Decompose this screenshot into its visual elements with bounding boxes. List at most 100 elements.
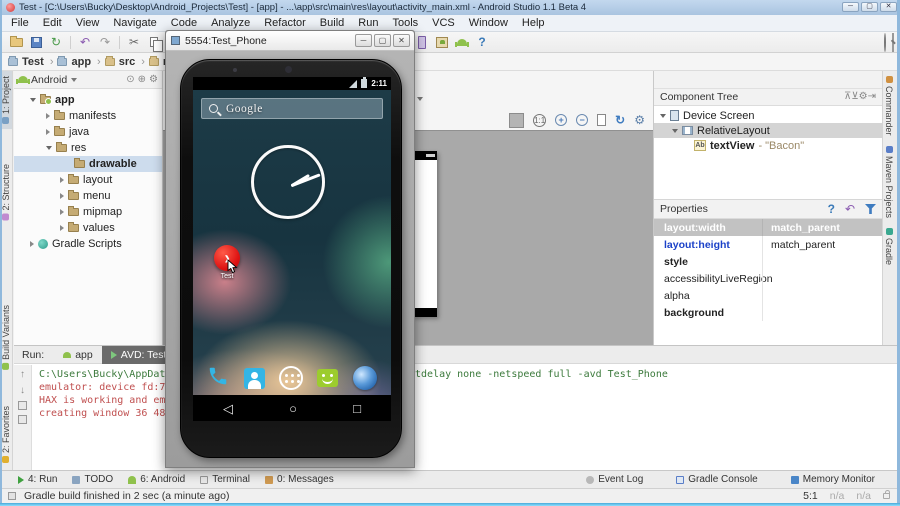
open-icon[interactable] <box>7 34 25 50</box>
avd-manager-icon[interactable] <box>433 34 451 50</box>
gear-icon[interactable]: ⚙ <box>859 92 868 102</box>
home-button[interactable]: ○ <box>289 402 297 415</box>
property-row-layout-width[interactable]: layout:width match_parent <box>654 219 882 236</box>
component-device-screen[interactable]: Device Screen <box>654 108 882 123</box>
minimize-button[interactable]: ─ <box>842 2 859 12</box>
tree-item-layout[interactable]: layout <box>14 172 162 188</box>
menu-run[interactable]: Run <box>351 17 385 29</box>
refresh-icon[interactable]: ↻ <box>47 34 65 50</box>
redo-icon[interactable]: ↷ <box>96 34 114 50</box>
soft-wrap-icon[interactable] <box>18 401 27 410</box>
analog-clock-widget[interactable] <box>251 145 325 219</box>
menu-tools[interactable]: Tools <box>385 17 425 29</box>
status-grid-icon[interactable] <box>8 492 16 500</box>
tool-button-run[interactable]: 4: Run <box>18 474 57 485</box>
property-row-style[interactable]: style <box>654 253 882 270</box>
tree-item-java[interactable]: java <box>14 124 162 140</box>
phone-app-icon[interactable] <box>207 365 229 392</box>
collapse-all-icon[interactable]: ⊙ <box>126 74 134 85</box>
google-search-bar[interactable]: Google <box>201 98 383 119</box>
down-icon[interactable]: ↓ <box>20 385 25 396</box>
help-icon[interactable]: ? <box>473 34 491 50</box>
save-icon[interactable] <box>27 34 45 50</box>
tool-button-memory-monitor[interactable]: Memory Monitor <box>790 474 875 485</box>
tree-item-menu[interactable]: menu <box>14 188 162 204</box>
zoom-out-icon[interactable]: − <box>576 114 589 126</box>
component-relative-layout[interactable]: RelativeLayout <box>654 123 882 138</box>
menu-refactor[interactable]: Refactor <box>257 17 313 29</box>
expand-all-icon[interactable]: ⊼ <box>844 92 851 102</box>
menu-edit[interactable]: Edit <box>36 17 69 29</box>
tree-item-res[interactable]: res <box>14 140 162 156</box>
recents-button[interactable]: □ <box>353 402 361 415</box>
minimize-button[interactable]: ─ <box>355 34 372 47</box>
browser-app-icon[interactable] <box>352 366 377 390</box>
close-button[interactable]: ✕ <box>880 2 897 12</box>
breadcrumb-src[interactable]: src <box>104 55 145 68</box>
menu-window[interactable]: Window <box>462 17 515 29</box>
search-icon[interactable] <box>884 33 886 52</box>
messaging-app-icon[interactable] <box>317 369 339 387</box>
tree-item-values[interactable]: values <box>14 220 162 236</box>
tool-button-todo[interactable]: TODO <box>72 474 113 485</box>
run-console[interactable]: C:\Users\Bucky\AppData\L tdelay none -ne… <box>33 365 900 471</box>
caret-position[interactable]: 5:1 <box>803 490 818 502</box>
property-row-alpha[interactable]: alpha <box>654 287 882 304</box>
property-row-background[interactable]: background <box>654 304 882 321</box>
tool-button-android[interactable]: 6: Android <box>128 474 185 485</box>
tool-button-commander[interactable]: Commander <box>883 71 895 141</box>
tree-item-app[interactable]: app <box>14 92 162 108</box>
collapse-all-icon[interactable]: ⊻ <box>851 92 858 102</box>
refresh-icon[interactable]: ↻ <box>615 114 625 126</box>
undo-icon[interactable]: ↶ <box>76 34 94 50</box>
back-button[interactable]: ◁ <box>223 402 233 415</box>
hide-panel-icon[interactable]: ⇥ <box>868 92 876 102</box>
zoom-in-icon[interactable]: + <box>555 114 568 126</box>
menu-vcs[interactable]: VCS <box>425 17 462 29</box>
gear-icon[interactable]: ⚙ <box>149 74 158 85</box>
property-row-accessibility[interactable]: accessibilityLiveRegion <box>654 270 882 287</box>
help-icon[interactable]: ? <box>828 202 835 216</box>
tree-item-manifests[interactable]: manifests <box>14 108 162 124</box>
page-icon[interactable] <box>597 114 607 126</box>
filter-icon[interactable] <box>865 204 876 214</box>
lock-icon[interactable] <box>883 490 890 499</box>
maximize-button[interactable]: ▢ <box>861 2 878 12</box>
tool-button-gradle[interactable]: Gradle <box>883 223 895 270</box>
app-drawer-icon[interactable] <box>278 366 303 390</box>
zoom-actual-icon[interactable]: 1:1 <box>533 113 547 127</box>
scroll-end-icon[interactable] <box>18 415 27 424</box>
revert-icon[interactable]: ↶ <box>845 202 855 216</box>
menu-file[interactable]: File <box>4 17 36 29</box>
tool-button-terminal[interactable]: Terminal <box>200 474 250 485</box>
tool-button-maven[interactable]: Maven Projects <box>883 141 895 223</box>
menu-analyze[interactable]: Analyze <box>204 17 257 29</box>
menu-help[interactable]: Help <box>515 17 552 29</box>
menu-navigate[interactable]: Navigate <box>106 17 163 29</box>
sdk-manager-icon[interactable] <box>453 34 471 50</box>
tool-button-event-log[interactable]: Event Log <box>586 474 643 485</box>
emulator-title-bar[interactable]: 5554:Test_Phone ─ ▢ ✕ <box>166 31 414 51</box>
maximize-button[interactable]: ▢ <box>374 34 391 47</box>
close-button[interactable]: ✕ <box>393 34 410 47</box>
run-tab-app[interactable]: app <box>54 346 102 364</box>
breadcrumb-test[interactable]: Test <box>8 55 53 68</box>
menu-build[interactable]: Build <box>313 17 351 29</box>
tool-button-gradle-console[interactable]: Gradle Console <box>676 474 758 485</box>
device-frame-swatch[interactable] <box>509 112 525 128</box>
device-monitor-icon[interactable] <box>413 34 431 50</box>
component-textview[interactable]: Ab textView - "Bacon" <box>654 138 882 153</box>
breadcrumb-app[interactable]: app <box>57 55 100 68</box>
scroll-to-source-icon[interactable]: ⊕ <box>138 74 146 85</box>
menu-code[interactable]: Code <box>164 17 204 29</box>
layout-preview[interactable] <box>412 151 437 317</box>
cut-icon[interactable]: ✂ <box>125 34 143 50</box>
phone-screen[interactable]: 2:11 Google › Test ◁ ○ □ <box>193 77 391 421</box>
tree-item-mipmap[interactable]: mipmap <box>14 204 162 220</box>
copy-icon[interactable] <box>145 34 163 52</box>
project-view-selector[interactable]: Android <box>31 74 67 86</box>
tree-item-drawable[interactable]: drawable <box>14 156 162 172</box>
contacts-app-icon[interactable] <box>243 367 265 389</box>
property-row-layout-height[interactable]: layout:height match_parent <box>654 236 882 253</box>
up-icon[interactable]: ↑ <box>20 369 25 380</box>
